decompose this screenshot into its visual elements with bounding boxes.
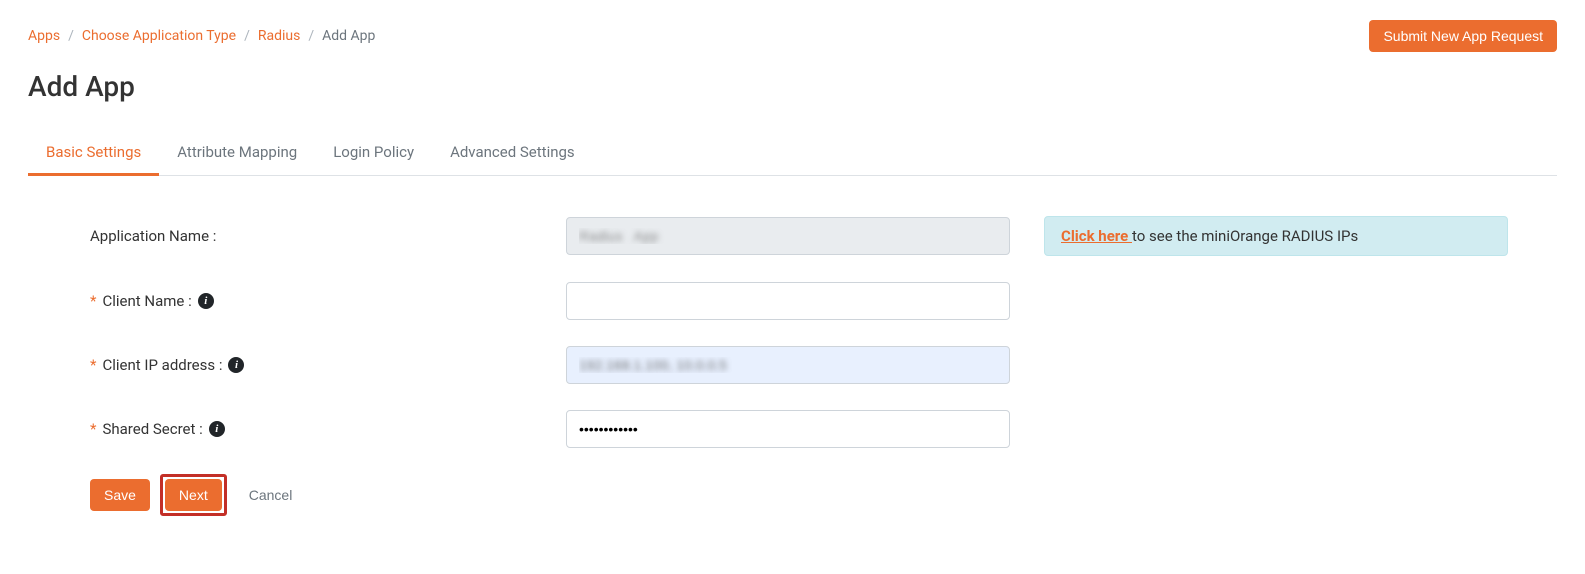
client-ip-input[interactable] [566, 346, 1010, 384]
info-icon[interactable]: i [228, 357, 244, 373]
breadcrumb-radius[interactable]: Radius [258, 28, 301, 44]
cancel-button[interactable]: Cancel [237, 479, 305, 511]
next-button[interactable]: Next [165, 479, 222, 511]
client-name-input[interactable] [566, 282, 1010, 320]
info-icon[interactable]: i [209, 421, 225, 437]
breadcrumb-choose-type[interactable]: Choose Application Type [82, 28, 236, 44]
click-here-link[interactable]: Click here [1061, 227, 1132, 245]
breadcrumb-apps[interactable]: Apps [28, 28, 60, 44]
next-button-highlight: Next [160, 474, 227, 516]
breadcrumb-separator: / [244, 28, 250, 44]
save-button[interactable]: Save [90, 479, 150, 511]
tabs: Basic Settings Attribute Mapping Login P… [28, 131, 1557, 176]
tab-advanced-settings[interactable]: Advanced Settings [432, 131, 593, 176]
shared-secret-label: *Shared Secret : i [90, 420, 566, 438]
breadcrumb-separator: / [308, 28, 314, 44]
breadcrumb: Apps / Choose Application Type / Radius … [28, 28, 375, 44]
breadcrumb-separator: / [68, 28, 74, 44]
application-name-input[interactable] [566, 217, 1010, 255]
application-name-label: Application Name : [90, 227, 566, 245]
client-ip-label: *Client IP address : i [90, 356, 566, 374]
info-panel-rest: to see the miniOrange RADIUS IPs [1132, 227, 1358, 245]
page-title: Add App [28, 70, 1557, 103]
shared-secret-input[interactable] [566, 410, 1010, 448]
client-name-label: *Client Name : i [90, 292, 566, 310]
info-icon[interactable]: i [198, 293, 214, 309]
radius-ips-info-panel: Click here to see the miniOrange RADIUS … [1044, 216, 1508, 256]
submit-new-app-request-button[interactable]: Submit New App Request [1369, 20, 1557, 52]
tab-login-policy[interactable]: Login Policy [315, 131, 432, 176]
tab-attribute-mapping[interactable]: Attribute Mapping [159, 131, 315, 176]
tab-basic-settings[interactable]: Basic Settings [28, 131, 159, 176]
breadcrumb-current: Add App [322, 28, 375, 44]
